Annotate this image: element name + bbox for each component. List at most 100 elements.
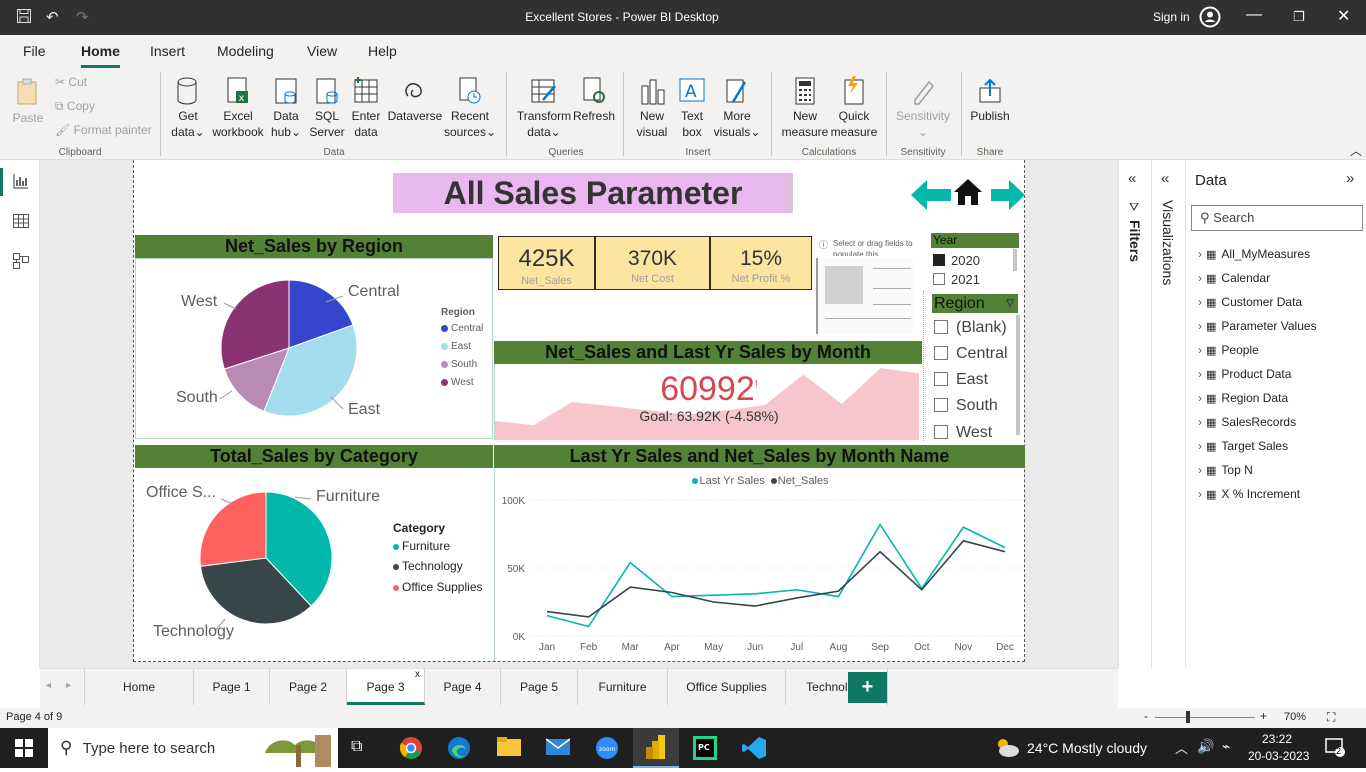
zoom-slider-thumb[interactable] [1186,711,1190,723]
new-measure-button[interactable]: New measure [780,76,830,140]
region-option-central[interactable]: Central [934,345,1008,363]
text-box-button[interactable]: A Text box [674,76,710,140]
slicer-scrollbar[interactable] [1016,315,1020,435]
dataverse-button[interactable]: Dataverse [387,76,443,124]
more-visuals-button[interactable]: More visuals⌄ [712,76,762,140]
account-icon[interactable] [1199,6,1221,33]
pycharm-icon[interactable]: PC [693,736,717,765]
vscode-icon[interactable] [742,736,766,765]
close-window-icon[interactable]: ✕ [1337,6,1350,26]
table-view-icon[interactable] [12,212,30,235]
legend-item-south[interactable]: South [441,359,477,370]
year-option-2021[interactable]: 2021 [933,272,980,287]
tab-office-supplies[interactable]: Office Supplies [668,669,786,705]
data-table-item[interactable]: › ▦ Calendar [1198,271,1270,285]
zoom-app-icon[interactable]: zoom [595,736,619,765]
sensitivity-button[interactable]: Sensitivity ⌄ [893,76,953,140]
menu-file[interactable]: File [23,43,46,59]
data-table-item[interactable]: › ▦ SalesRecords [1198,415,1296,429]
get-data-button[interactable]: Get data⌄ [168,76,208,140]
paste-button[interactable]: Paste [10,78,46,126]
visualizations-pane[interactable]: « Visualizations [1151,160,1185,668]
cut-button[interactable]: ✂ Cut [55,75,87,89]
tab-page-3[interactable]: Page 3x [347,669,425,705]
refresh-button[interactable]: Refresh [572,76,616,124]
legend-item-furniture[interactable]: Furniture [393,539,450,553]
quick-measure-button[interactable]: Quick measure [830,76,878,140]
region-slicer-header[interactable]: Region ▽ [932,294,1018,313]
fit-to-page-icon[interactable]: ⛶ [1327,710,1335,725]
show-hidden-icons-icon[interactable]: ︿ [1175,738,1188,757]
data-table-item[interactable]: › ▦ Product Data [1198,367,1291,381]
chrome-icon[interactable] [399,736,423,765]
data-table-item[interactable]: › ▦ People [1198,343,1259,357]
copy-button[interactable]: ⧉ Copy [55,99,95,114]
home-icon[interactable] [952,177,984,212]
menu-insert[interactable]: Insert [150,43,185,59]
back-arrow-button[interactable] [911,180,951,215]
data-table-item[interactable]: › ▦ Top N [1198,463,1253,477]
category-chart-frame[interactable]: Furniture Technology Office S... Categor… [135,469,493,661]
new-visual-button[interactable]: New visual [632,76,672,140]
region-option-blank[interactable]: (Blank) [934,319,1007,337]
menu-modeling[interactable]: Modeling [217,43,274,59]
line-chart-frame[interactable]: Last Yr Sales Net_Sales 0K 50K 100K Jan Feb M… [494,469,1025,661]
tab-page-5[interactable]: Page 5 [501,669,578,705]
data-table-item[interactable]: › ▦ Target Sales [1198,439,1288,453]
enter-data-button[interactable]: Enter data [348,76,384,140]
weather-text[interactable]: 24°C Mostly cloudy [1027,740,1147,756]
report-view-icon[interactable] [12,172,30,195]
data-table-item[interactable]: › ▦ Region Data [1198,391,1288,405]
data-hub-button[interactable]: Data hub⌄ [268,76,304,140]
legend-item-west[interactable]: West [441,377,474,388]
card-net-profit[interactable]: 15% Net Profit % [710,236,812,290]
file-explorer-icon[interactable] [497,737,521,762]
expand-visualizations-icon[interactable]: « [1161,170,1169,187]
data-table-item[interactable]: › ▦ All_MyMeasures [1198,247,1310,261]
year-option-2020[interactable]: 2020 [933,253,980,268]
minimize-icon[interactable]: — [1246,6,1262,24]
sign-in-link[interactable]: Sign in [1153,10,1190,24]
data-table-item[interactable]: › ▦ X % Increment [1198,487,1300,501]
legend-item-office-supplies[interactable]: Office Supplies [393,580,483,594]
volume-icon[interactable]: 🔊 [1197,738,1214,755]
card-net-cost[interactable]: 370K Net Cost [595,236,710,290]
data-search-box[interactable]: ⚲ Search [1191,205,1363,231]
task-view-icon[interactable]: ⧉ [351,738,362,756]
menu-home[interactable]: Home [81,43,120,68]
menu-view[interactable]: View [307,43,337,59]
recent-sources-button[interactable]: Recent sources⌄ [443,76,497,140]
add-page-button[interactable]: + [848,672,887,703]
notifications-icon[interactable] [1325,737,1345,762]
card-net-sales[interactable]: 425K Net_Sales [498,236,595,290]
edge-icon[interactable] [447,736,471,765]
empty-visual-placeholder[interactable]: Select or drag fields to populate this ⓘ [815,238,920,334]
collapse-data-pane-icon[interactable]: » [1346,170,1354,187]
collapse-ribbon-icon[interactable]: ︿ [1350,142,1362,159]
mail-icon[interactable] [545,737,571,762]
restore-icon[interactable]: ❐ [1293,9,1305,25]
tab-page-2[interactable]: Page 2 [270,669,347,705]
close-tab-icon[interactable]: x [415,657,420,693]
year-slicer[interactable]: Year 2020 2021 [931,233,1019,289]
tab-furniture[interactable]: Furniture [578,669,668,705]
legend-item-technology[interactable]: Technology [393,559,463,573]
region-option-west[interactable]: West [934,424,992,442]
zoom-slider-track[interactable] [1155,717,1255,718]
kpi-visual[interactable]: 60992! Goal: 63.92K (-4.58%) [494,364,922,440]
region-option-south[interactable]: South [934,397,998,415]
data-table-item[interactable]: › ▦ Parameter Values [1198,319,1317,333]
tab-scroll-right-icon[interactable]: ▸ [66,680,71,691]
tab-page-1[interactable]: Page 1 [194,669,270,705]
legend-item-central[interactable]: Central [441,323,483,334]
format-painter-button[interactable]: 🖌 Format painter [55,123,152,137]
line-chart-plot[interactable]: 0K 50K 100K Jan Feb Mar Apr May Jun Jul Aug Sep Oct N… [495,469,1026,661]
region-slicer[interactable]: Region ▽ (Blank) Central East South West [923,291,1023,441]
clock-date[interactable]: 20-03-2023 [1248,749,1309,763]
expand-filters-icon[interactable]: « [1128,170,1136,187]
sql-server-button[interactable]: SQL Server [308,76,346,140]
zoom-in-button[interactable]: + [1260,709,1267,723]
tab-home[interactable]: Home [84,669,194,705]
tab-page-4[interactable]: Page 4 [425,669,501,705]
filters-pane[interactable]: « ⛛ Filters [1118,160,1151,668]
